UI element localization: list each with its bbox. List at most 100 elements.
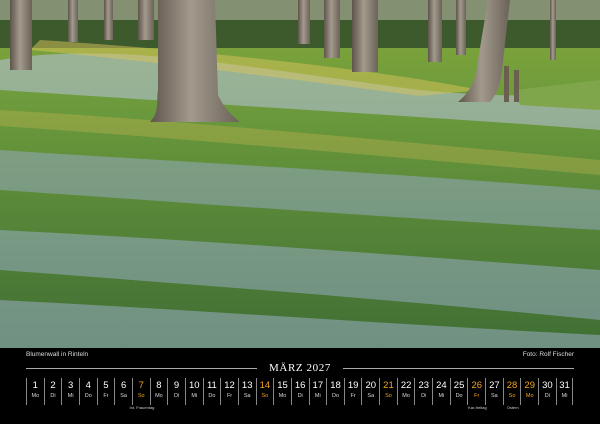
day-cell: 28 So Ostern [502, 378, 521, 410]
day-cell: 2 Di [43, 378, 62, 405]
day-number: 30 [542, 380, 553, 391]
day-cell: 7 So Int. Frauentag [129, 378, 154, 410]
day-number: 6 [120, 380, 127, 391]
day-cell: 12 Fr [220, 378, 238, 405]
day-number: 23 [418, 380, 430, 391]
day-number: 9 [173, 380, 180, 391]
day-cell: 1 Mo [26, 378, 44, 405]
weekday-label: Fr [474, 393, 480, 399]
weekday-label: Sa [120, 393, 127, 399]
day-cell: 22 Mo [396, 378, 415, 405]
weekday-label: Mo [402, 393, 410, 399]
day-cell: 27 Sa [485, 378, 503, 405]
day-cell: 8 Mo [149, 378, 168, 405]
day-cell: 30 Di [538, 378, 556, 405]
day-cell: 24 Mi [432, 378, 450, 405]
day-grid: 1 Mo 2 Di 3 Mi 4 Do 5 Fr 6 Sa 7 So Int. Frauentag 8 Mo 9 D… [26, 378, 574, 410]
photo-credit: Foto: Rolf Fischer [522, 351, 574, 358]
day-number: 11 [206, 380, 217, 391]
calendar-band: Blumenwall in Rinteln Foto: Rolf Fischer… [0, 348, 600, 424]
weekday-label: Mo [155, 393, 163, 399]
day-cell: 25 Do [449, 378, 468, 405]
day-number: 3 [67, 380, 74, 391]
photo-scene [0, 0, 600, 348]
weekday-label: Fr [103, 393, 109, 399]
day-cell: 29 Mo [520, 378, 538, 405]
day-number: 12 [224, 380, 235, 391]
weekday-label: Do [455, 393, 463, 399]
day-cell: 31 Mi [555, 378, 574, 405]
day-number: 29 [524, 380, 535, 391]
landscape-photo [0, 0, 600, 348]
day-number: 1 [32, 380, 38, 391]
header-rule-left [26, 367, 258, 369]
day-cell: 14 So [255, 378, 274, 405]
weekday-label: Fr [226, 393, 233, 399]
day-cell: 16 Di [290, 378, 309, 405]
weekday-label: Di [297, 393, 303, 399]
day-cell: 11 Do [202, 378, 221, 405]
day-number: 10 [188, 380, 200, 391]
weekday-label: Mo [31, 393, 40, 399]
day-number: 2 [50, 380, 56, 391]
weekday-label: Fr [350, 393, 356, 399]
month-title: MÄRZ 2027 [269, 362, 331, 374]
weekday-label: Do [84, 393, 92, 399]
weekday-label: Sa [491, 393, 498, 399]
weekday-label: Di [544, 393, 550, 399]
day-cell: 13 Sa [237, 378, 256, 405]
day-cell: 15 Mo [273, 378, 291, 405]
day-number: 7 [138, 380, 144, 391]
day-cell: 10 Mi [184, 378, 203, 405]
weekday-label: Di [421, 393, 427, 399]
weekday-label: So [508, 393, 516, 399]
day-number: 22 [400, 380, 412, 391]
day-cell: 6 Sa [114, 378, 132, 405]
holiday-note: Int. Frauentag [129, 405, 155, 410]
weekday-label: Mi [561, 393, 568, 399]
weekday-label: Mi [314, 393, 321, 399]
day-cell: 4 Do [78, 378, 97, 405]
day-number: 8 [156, 380, 162, 391]
day-cell: 23 Di [414, 378, 432, 405]
day-cell: 19 Fr [343, 378, 362, 405]
day-number: 21 [383, 380, 394, 391]
day-number: 13 [241, 380, 253, 391]
weekday-label: Mo [525, 393, 534, 399]
day-number: 26 [471, 380, 483, 391]
day-number: 15 [277, 380, 288, 391]
weekday-label: Sa [367, 393, 375, 399]
day-number: 14 [259, 380, 271, 391]
photo-title: Blumenwall in Rinteln [26, 351, 89, 358]
day-cell: 20 Sa [361, 378, 379, 405]
calendar-page: Blumenwall in Rinteln Foto: Rolf Fischer… [0, 0, 600, 424]
day-cell: 5 Fr [96, 378, 115, 405]
day-number: 25 [453, 380, 465, 391]
weekday-label: Mo [278, 393, 287, 399]
day-number: 24 [436, 380, 447, 391]
weekday-label: Mi [438, 393, 445, 399]
weekday-label: Di [50, 393, 56, 399]
day-cell: 26 Fr Kar-freitag [467, 378, 487, 410]
weekday-label: Di [173, 393, 180, 399]
weekday-label: Sa [243, 393, 251, 399]
day-cell: 3 Mi [61, 378, 79, 405]
holiday-note: Kar-freitag [468, 405, 487, 410]
weekday-label: Do [331, 393, 339, 399]
day-number: 18 [330, 380, 341, 391]
day-cell: 9 Di [167, 378, 185, 405]
header-rule-right [342, 367, 574, 369]
day-number: 31 [559, 380, 570, 391]
weekday-label: So [261, 393, 269, 399]
day-cell: 21 So [379, 378, 397, 405]
day-cell: 18 Do [326, 378, 344, 405]
day-number: 4 [85, 380, 91, 391]
weekday-label: So [137, 393, 145, 399]
holiday-note: Ostern [506, 405, 519, 410]
weekday-label: Do [208, 393, 216, 399]
month-header: MÄRZ 2027 [26, 361, 574, 375]
day-number: 27 [489, 380, 500, 391]
weekday-label: Mi [191, 393, 198, 399]
day-number: 16 [294, 380, 306, 391]
day-number: 19 [347, 380, 359, 391]
